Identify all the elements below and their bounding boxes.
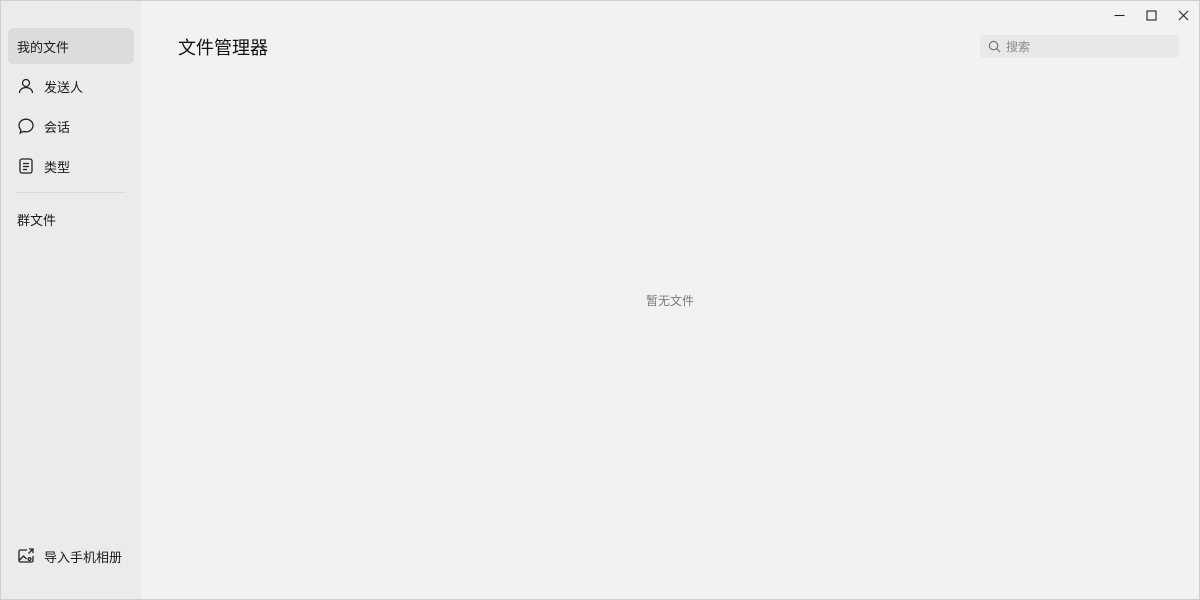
sidebar-item-my-files[interactable]: 我的文件 (8, 28, 134, 64)
maximize-button[interactable] (1135, 1, 1167, 29)
sidebar-item-label: 会话 (44, 120, 71, 136)
sidebar-item-label: 发送人 (44, 80, 84, 96)
chat-bubble-icon (17, 117, 35, 135)
sidebar-item-conversation[interactable]: 会话 (8, 108, 134, 144)
file-manager-window: 我的文件 发送人 会话 类型 群文件 导入手机相册 文件管理器 搜索 暂无文件 (0, 0, 1200, 600)
sidebar-item-type[interactable]: 类型 (8, 148, 134, 184)
import-photo-album-button[interactable]: 导入手机相册 (8, 541, 131, 571)
minimize-button[interactable] (1103, 1, 1135, 29)
sidebar-item-sender[interactable]: 发送人 (8, 68, 134, 104)
main-content: 文件管理器 暂无文件 (141, 1, 1199, 599)
close-button[interactable] (1167, 1, 1199, 29)
empty-state-text: 暂无文件 (645, 294, 694, 308)
search-input[interactable] (1006, 39, 1166, 54)
import-photo-icon (17, 547, 35, 565)
group-files-item[interactable]: 群文件 (8, 201, 134, 237)
minimize-icon (1114, 14, 1124, 16)
window-controls (1103, 1, 1199, 29)
search-icon (988, 40, 1001, 53)
person-icon (17, 77, 35, 95)
sidebar-item-label: 我的文件 (17, 40, 70, 56)
search-box[interactable] (980, 35, 1179, 58)
maximize-icon (1145, 9, 1157, 21)
page-title: 文件管理器 (178, 38, 268, 59)
close-icon (1178, 10, 1188, 20)
document-icon (17, 157, 35, 175)
sidebar-item-label: 类型 (44, 160, 71, 176)
import-photo-album-label: 导入手机相册 (44, 550, 123, 566)
sidebar-divider (16, 192, 126, 193)
sidebar: 我的文件 发送人 会话 类型 群文件 导入手机相册 (1, 1, 141, 599)
